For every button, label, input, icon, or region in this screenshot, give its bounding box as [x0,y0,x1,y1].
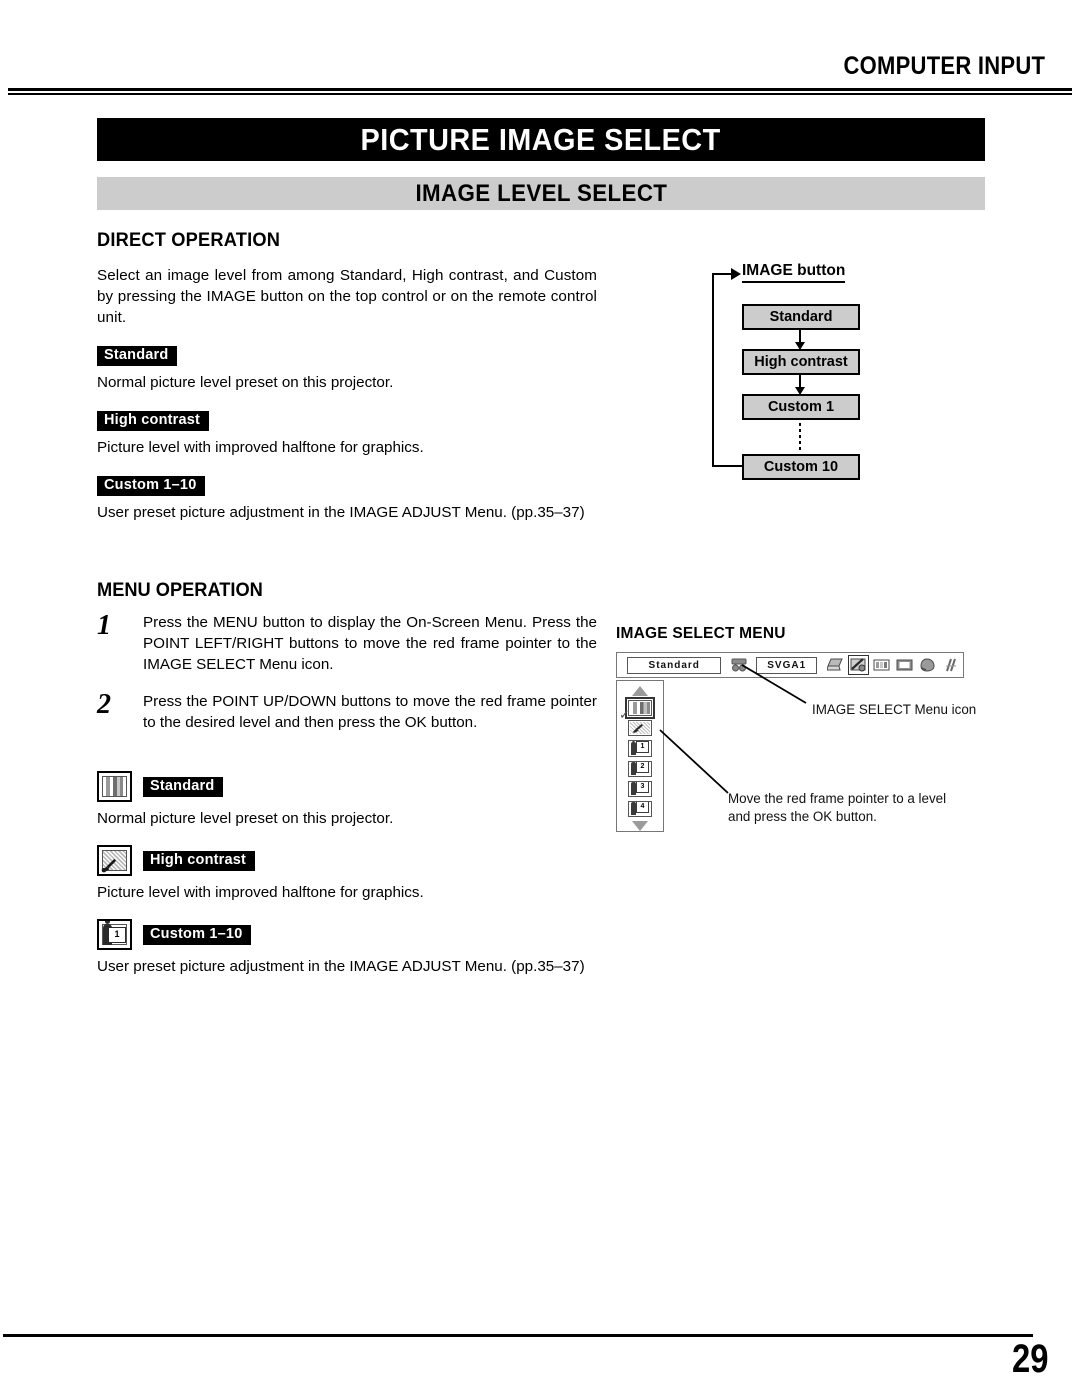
direct-operation-heading: DIRECT OPERATION [97,230,281,251]
step-number-2: 2 [97,689,111,720]
osd-input-field[interactable]: SVGA1 [756,656,817,674]
flow-box-custom-1: Custom 1 [742,394,860,420]
direct-level-standard: Standard Normal picture level preset on … [97,346,597,393]
direct-operation-intro: Select an image level from among Standar… [97,267,597,326]
image-select-menu-figure: IMAGE SELECT MENU Standard SVGA1 1 2 3 4… [616,625,1016,832]
step-text-2: Press the POINT UP/DOWN buttons to move … [143,693,597,731]
main-title-banner: PICTURE IMAGE SELECT [97,118,985,161]
menu-level-desc-high-contrast: Picture level with improved halftone for… [97,884,424,901]
page-header: COMPUTER INPUT [0,52,1080,95]
flow-box-high-contrast: High contrast [742,349,860,375]
level-desc-custom: User preset picture adjustment in the IM… [97,504,585,521]
flow-title-image-button: IMAGE button [742,262,846,283]
level-desc-high-contrast: Picture level with improved halftone for… [97,439,424,456]
osd-figure-title: IMAGE SELECT MENU [616,625,786,642]
osd-panel-item-custom-3[interactable]: 3 [628,780,652,797]
osd-panel-item-high-contrast[interactable] [628,720,652,737]
menu-level-tag-custom: Custom 1–10 [143,924,252,945]
menu-level-custom: 1 Custom 1–10 [97,919,597,950]
callout-move-pointer: Move the red frame pointer to a level an… [728,791,947,824]
level-tag-custom: Custom 1–10 [97,476,206,496]
flow-box-custom-10: Custom 10 [742,454,860,480]
menu-level-tag-high-contrast: High contrast [143,850,256,871]
menu-level-tag-standard: Standard [143,776,224,797]
osd-panel-item-custom-3-label: 3 [636,781,649,793]
section-title-banner: IMAGE LEVEL SELECT [97,177,985,210]
menu-level-standard: Standard [97,771,597,802]
osd-menu-icon-row [826,655,959,675]
image-button-flow-diagram: IMAGE button Standard High contrast Cust… [700,262,1000,492]
osd-panel-item-custom-4[interactable]: 4 [628,800,652,818]
flow-dotted-continuation [799,423,801,451]
screen-icon[interactable] [896,657,913,673]
scroll-down-arrow-icon[interactable] [632,821,648,832]
flow-box-standard: Standard [742,304,860,330]
section-title-text: IMAGE LEVEL SELECT [415,179,667,207]
menu-level-desc-standard: Normal picture level preset on this proj… [97,810,394,827]
osd-panel-item-custom-1[interactable]: 1 [628,740,652,757]
main-title-text: PICTURE IMAGE SELECT [360,121,722,157]
image-select-icon[interactable] [848,655,869,675]
scroll-up-arrow-icon[interactable] [632,686,648,696]
osd-panel-item-custom-1-label: 1 [636,741,649,753]
flow-arrow-2 [795,375,805,395]
sound-icon[interactable] [919,657,936,673]
osd-panel-item-custom-4-label: 4 [636,801,649,814]
step-text-1: Press the MENU button to display the On-… [143,614,597,673]
header-rule-top [8,88,1072,91]
image-adjust-icon[interactable] [873,657,890,673]
osd-panel-item-custom-2[interactable]: 2 [628,760,652,777]
footer-rule [3,1334,1033,1337]
computer-icon[interactable] [826,657,844,673]
menu-level-high-contrast: High contrast [97,845,597,876]
menu-level-desc-custom: User preset picture adjustment in the IM… [97,958,585,975]
osd-level-panel: 1 2 3 4 ✓ [616,680,664,832]
flow-loop-bottom [712,465,742,467]
menu-operation-heading: MENU OPERATION [97,580,263,601]
osd-menu-bar: Standard SVGA1 [616,652,964,678]
menu-operation-step-1: 1 Press the MENU button to display the O… [97,612,597,675]
hand-brush-glyph [101,858,117,873]
osd-source-icon [730,657,748,673]
left-content-column: DIRECT OPERATION Select an image level f… [97,230,597,977]
osd-level-field[interactable]: Standard [627,656,722,674]
level-desc-standard: Normal picture level preset on this proj… [97,374,394,391]
callout-image-select-menu-icon: IMAGE SELECT Menu icon [812,702,977,717]
page-header-title: COMPUTER INPUT [843,52,1045,80]
direct-level-high-contrast: High contrast Picture level with improve… [97,411,597,458]
step-number-1: 1 [97,610,111,641]
person-panel-icon: 1 [97,919,132,950]
page-number: 29 [1011,1337,1048,1381]
level-tag-standard: Standard [97,346,178,366]
direct-level-custom: Custom 1–10 User preset picture adjustme… [97,476,597,523]
flow-loop-vertical [712,273,714,467]
level-tag-high-contrast: High contrast [97,411,210,431]
flow-arrow-1 [795,330,805,350]
osd-panel-item-standard[interactable] [625,696,655,720]
header-rule-bottom [8,93,1072,95]
menu-operation-step-2: 2 Press the POINT UP/DOWN buttons to mov… [97,691,597,733]
custom-number-glyph: 1 [108,927,126,943]
selected-check-icon: ✓ [619,707,630,722]
gradient-bars-icon [97,771,132,802]
setting-icon[interactable] [942,657,959,673]
osd-panel-item-custom-2-label: 2 [636,761,649,773]
flow-loop-top-arrow [712,268,741,280]
hand-brush-icon [97,845,132,876]
